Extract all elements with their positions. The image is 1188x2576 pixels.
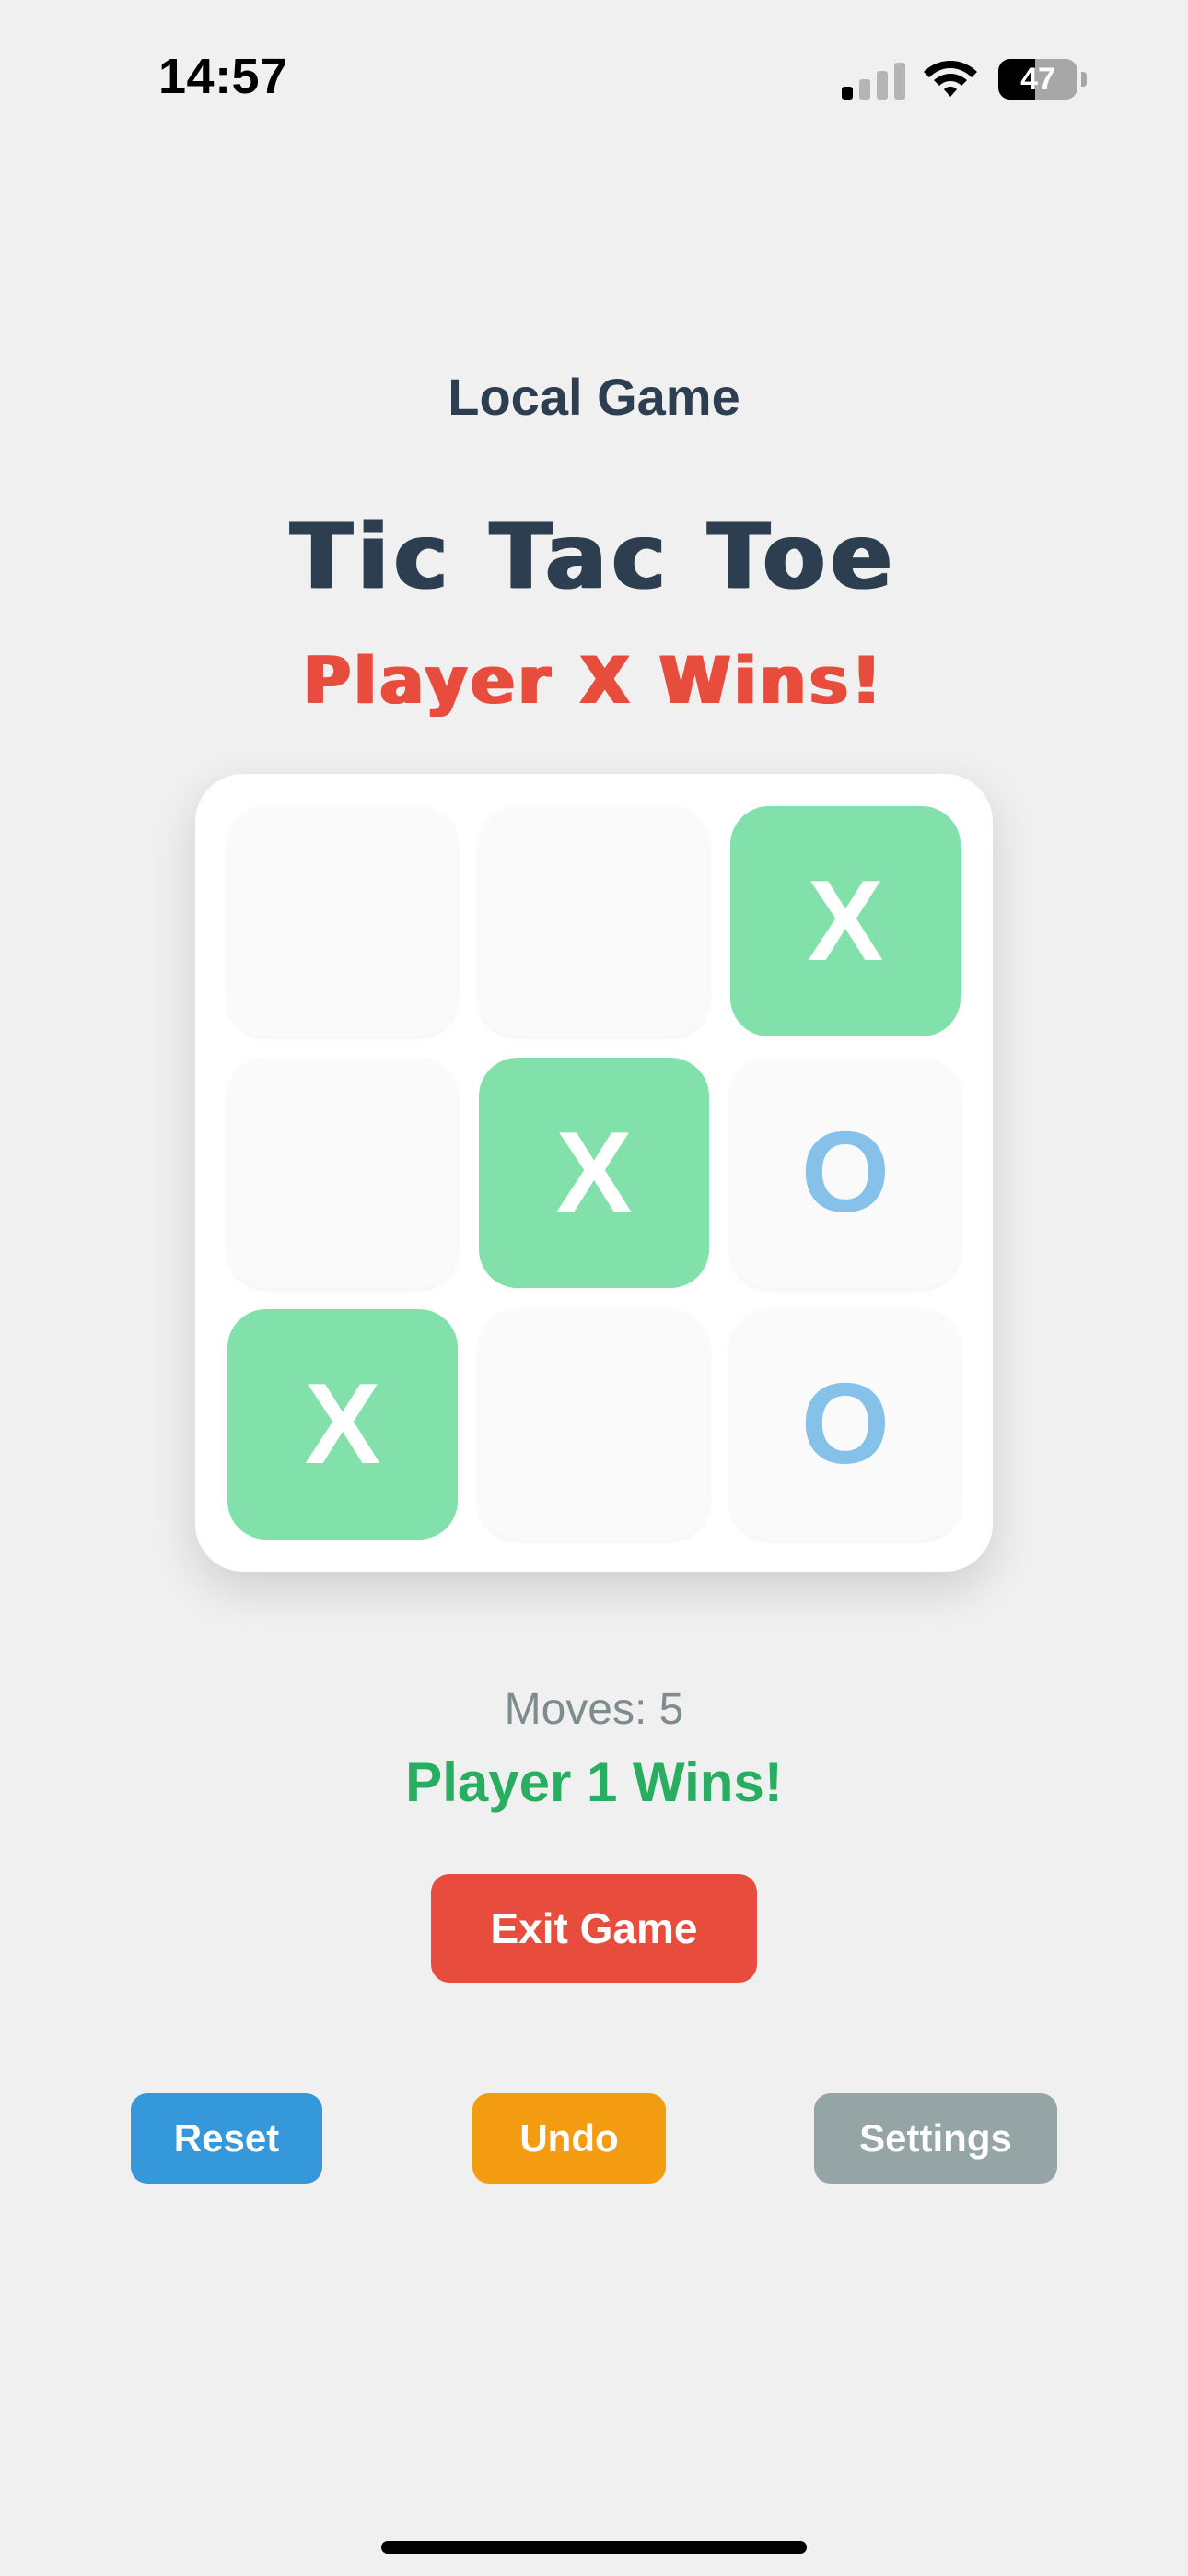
battery-icon: 47: [998, 59, 1087, 100]
game-mode-label: Local Game: [448, 368, 740, 426]
board-cell-3[interactable]: X: [730, 806, 961, 1036]
board-cell-2[interactable]: [479, 806, 709, 1036]
board-cell-4[interactable]: [227, 1058, 458, 1288]
game-title: Tic Tac Toe: [290, 505, 898, 610]
undo-button[interactable]: Undo: [472, 2093, 666, 2184]
wifi-icon: [924, 61, 977, 97]
battery-level: 47: [1020, 62, 1055, 97]
settings-button[interactable]: Settings: [814, 2093, 1057, 2184]
exit-game-button[interactable]: Exit Game: [431, 1874, 757, 1983]
result-banner: Player X Wins!: [303, 643, 885, 719]
move-counter: Moves: 5: [504, 1685, 684, 1734]
board-cell-7[interactable]: X: [227, 1309, 458, 1540]
winner-message: Player 1 Wins!: [405, 1751, 783, 1813]
board-cell-8[interactable]: [479, 1309, 709, 1540]
reset-button[interactable]: Reset: [131, 2093, 322, 2184]
home-indicator[interactable]: [381, 2541, 807, 2554]
board-cell-1[interactable]: [227, 806, 458, 1036]
board-cell-9[interactable]: O: [730, 1309, 961, 1540]
board-cell-5[interactable]: X: [479, 1058, 709, 1288]
cellular-signal-icon: [842, 59, 906, 100]
board-cell-6[interactable]: O: [730, 1058, 961, 1288]
status-time: 14:57: [158, 49, 288, 104]
game-board: X X O X O: [195, 774, 993, 1572]
